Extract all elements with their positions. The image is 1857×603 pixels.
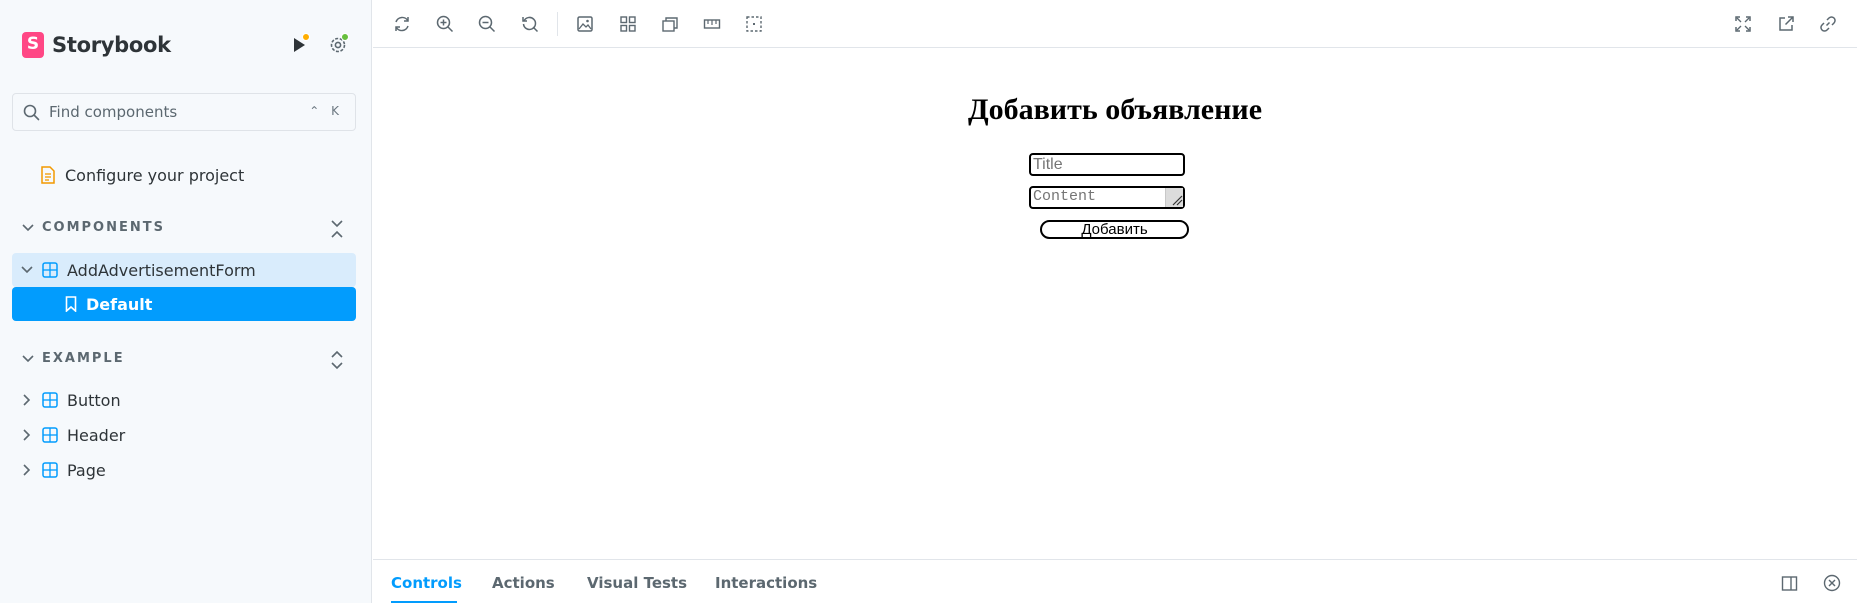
notification-dot bbox=[302, 33, 310, 41]
component-icon bbox=[42, 262, 58, 278]
document-icon bbox=[40, 166, 56, 184]
zoom-reset-icon[interactable] bbox=[519, 13, 541, 35]
search-box[interactable]: ⌃ K bbox=[12, 93, 356, 131]
close-panel-icon[interactable] bbox=[1822, 573, 1842, 593]
chevron-down-icon bbox=[18, 266, 36, 274]
chevron-right-icon bbox=[18, 464, 36, 476]
sidebar-story-label: Default bbox=[86, 294, 153, 314]
grid-icon[interactable] bbox=[617, 13, 639, 35]
sidebar-item-label: Button bbox=[67, 390, 121, 410]
testing-module-button[interactable] bbox=[288, 33, 310, 56]
expand-icon bbox=[331, 350, 343, 370]
section-title: COMPONENTS bbox=[42, 220, 165, 235]
sidebar: S Storybook ⌃ K Configure your project C… bbox=[0, 0, 372, 603]
search-icon bbox=[23, 104, 40, 120]
outline-icon[interactable] bbox=[743, 13, 765, 35]
content-textarea[interactable] bbox=[1029, 186, 1185, 209]
viewport-icon[interactable] bbox=[659, 13, 681, 35]
resize-grip-icon[interactable] bbox=[1165, 188, 1183, 207]
status-dot bbox=[341, 33, 349, 41]
configure-item[interactable]: Configure your project bbox=[12, 158, 356, 192]
brand[interactable]: S Storybook bbox=[22, 32, 171, 58]
tab-controls[interactable]: Controls bbox=[391, 574, 462, 592]
toolbar bbox=[373, 0, 1857, 48]
panel-orientation-icon[interactable] bbox=[1779, 573, 1799, 593]
component-icon bbox=[42, 462, 58, 478]
zoom-out-icon[interactable] bbox=[476, 13, 498, 35]
search-input[interactable] bbox=[49, 103, 309, 121]
background-icon[interactable] bbox=[574, 13, 596, 35]
sidebar-item-label: AddAdvertisementForm bbox=[67, 260, 256, 280]
tab-visual-tests[interactable]: Visual Tests bbox=[587, 574, 687, 592]
chevron-down-icon bbox=[22, 223, 34, 231]
component-icon bbox=[42, 427, 58, 443]
sidebar-story-default[interactable]: Default bbox=[12, 287, 356, 321]
section-example[interactable]: EXAMPLE bbox=[22, 351, 125, 366]
bookmark-icon bbox=[65, 296, 77, 312]
reload-icon[interactable] bbox=[391, 13, 413, 35]
settings-button[interactable] bbox=[327, 33, 349, 56]
component-icon bbox=[42, 392, 58, 408]
sidebar-item-page[interactable]: Page bbox=[12, 453, 356, 487]
zoom-in-icon[interactable] bbox=[434, 13, 456, 35]
configure-label: Configure your project bbox=[65, 165, 245, 185]
fullscreen-icon[interactable] bbox=[1732, 13, 1754, 35]
expand-all-button[interactable] bbox=[330, 349, 344, 375]
sidebar-item-label: Page bbox=[67, 460, 106, 480]
section-title: EXAMPLE bbox=[42, 351, 125, 366]
open-new-tab-icon[interactable] bbox=[1775, 13, 1797, 35]
story-canvas: Добавить объявление Добавить bbox=[373, 49, 1857, 559]
title-input[interactable] bbox=[1029, 153, 1185, 176]
collapse-all-button[interactable] bbox=[330, 219, 344, 243]
chevron-down-icon bbox=[22, 354, 34, 362]
sidebar-item-button[interactable]: Button bbox=[12, 383, 356, 417]
collapse-icon bbox=[331, 220, 343, 238]
sidebar-item-header[interactable]: Header bbox=[12, 418, 356, 452]
chevron-right-icon bbox=[18, 394, 36, 406]
section-components[interactable]: COMPONENTS bbox=[22, 220, 165, 235]
toolbar-divider bbox=[557, 12, 558, 36]
chevron-right-icon bbox=[18, 429, 36, 441]
brand-name: Storybook bbox=[52, 33, 171, 57]
copy-link-icon[interactable] bbox=[1817, 13, 1839, 35]
form-heading: Добавить объявление bbox=[967, 93, 1263, 126]
search-shortcut: ⌃ K bbox=[309, 104, 343, 118]
sidebar-item-label: Header bbox=[67, 425, 126, 445]
tab-actions[interactable]: Actions bbox=[492, 574, 555, 592]
tab-interactions[interactable]: Interactions bbox=[715, 574, 817, 592]
storybook-logo-icon: S bbox=[22, 32, 44, 58]
addon-panel: Controls Actions Visual Tests Interactio… bbox=[373, 559, 1857, 603]
measure-icon[interactable] bbox=[701, 13, 723, 35]
sidebar-item-addadvertisementform[interactable]: AddAdvertisementForm bbox=[12, 253, 356, 287]
submit-button[interactable]: Добавить bbox=[1040, 220, 1189, 239]
